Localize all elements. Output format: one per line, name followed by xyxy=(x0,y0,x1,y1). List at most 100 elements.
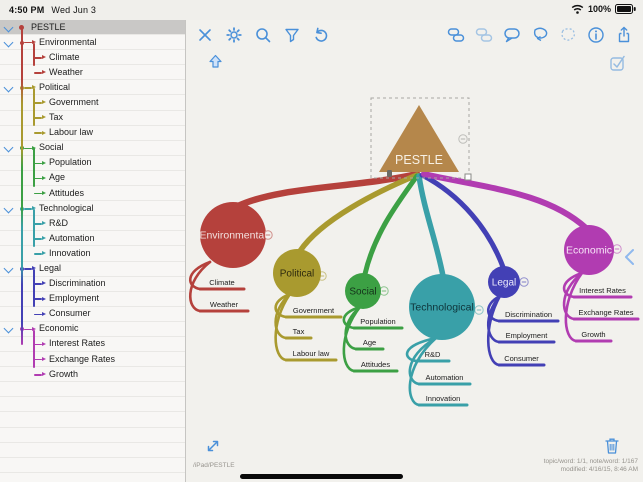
topic-shapes-alt-icon[interactable] xyxy=(475,26,493,44)
collapse-icon[interactable] xyxy=(613,245,621,253)
search-icon[interactable] xyxy=(254,26,272,44)
chevron-down-icon[interactable] xyxy=(4,22,14,32)
boundary-icon[interactable] xyxy=(559,26,577,44)
sidebar-row-environmental[interactable]: Environmental xyxy=(0,35,185,50)
map-subtopic-weather[interactable]: Weather xyxy=(210,300,239,309)
map-subtopic-discrimination[interactable]: Discrimination xyxy=(505,310,552,319)
connector xyxy=(34,298,42,300)
map-subtopic-climate[interactable]: Climate xyxy=(209,278,234,287)
connector xyxy=(24,268,32,270)
chevron-down-icon[interactable] xyxy=(4,264,14,274)
map-subtopic-tax[interactable]: Tax xyxy=(293,327,305,336)
sidebar-row-government[interactable]: Government xyxy=(0,95,185,110)
sidebar-row-exchange-rates[interactable]: Exchange Rates xyxy=(0,352,185,367)
callout-icon[interactable] xyxy=(503,26,521,44)
sidebar-row-employment[interactable]: Employment xyxy=(0,292,185,307)
task-checkbox-icon[interactable] xyxy=(609,54,627,72)
sidebar-row-r-d[interactable]: R&D xyxy=(0,216,185,231)
mind-map[interactable]: Climate Weather Government Tax Labour law Pop… xyxy=(186,20,643,482)
map-subtopic-exchange-rates[interactable]: Exchange Rates xyxy=(578,308,633,317)
connector xyxy=(34,344,42,346)
connector xyxy=(24,42,32,44)
map-node-label: Political xyxy=(280,269,314,280)
collapse-icon[interactable] xyxy=(520,278,528,286)
chevron-down-icon[interactable] xyxy=(4,324,14,334)
sidebar-row-discrimination[interactable]: Discrimination xyxy=(0,277,185,292)
map-subtopic-r-d[interactable]: R&D xyxy=(425,350,441,359)
map-subtopic-interest-rates[interactable]: Interest Rates xyxy=(579,286,626,295)
stats-line-1: topic/word: 1/1, note/word: 1/167 xyxy=(544,458,638,466)
map-subtopic-labour-law[interactable]: Labour law xyxy=(293,349,330,358)
sidebar-row-label: Technological xyxy=(39,203,94,213)
collapse-icon[interactable] xyxy=(475,306,483,314)
sidebar-row-economic[interactable]: Economic xyxy=(0,322,185,337)
sidebar-row-label: Tax xyxy=(49,112,63,122)
sidebar-row-political[interactable]: Political xyxy=(0,80,185,95)
sidebar-row-consumer[interactable]: Consumer xyxy=(0,307,185,322)
resize-handle[interactable] xyxy=(465,174,471,180)
document-stats: topic/word: 1/1, note/word: 1/167 modifi… xyxy=(544,458,638,474)
map-subtopic-innovation[interactable]: Innovation xyxy=(426,394,461,403)
map-subtopic-population[interactable]: Population xyxy=(360,317,395,326)
document-path: /iPad/PESTLE xyxy=(193,462,235,469)
connector-arrow xyxy=(42,342,46,346)
connector-arrow xyxy=(42,372,46,376)
filter-icon[interactable] xyxy=(283,26,301,44)
sidebar-row-attitudes[interactable]: Attitudes xyxy=(0,186,185,201)
sidebar-row-label: Age xyxy=(49,172,65,182)
topic-shapes-icon[interactable] xyxy=(447,26,465,44)
up-arrow-icon[interactable] xyxy=(207,53,224,70)
home-indicator[interactable] xyxy=(240,474,403,479)
outline-trunk xyxy=(21,28,23,345)
sidebar-row-weather[interactable]: Weather xyxy=(0,65,185,80)
sidebar-row-climate[interactable]: Climate xyxy=(0,50,185,65)
sidebar-row-growth[interactable]: Growth xyxy=(0,367,185,382)
share-icon[interactable] xyxy=(615,26,633,44)
sidebar-empty-row xyxy=(0,382,185,397)
sidebar-row-innovation[interactable]: Innovation xyxy=(0,246,185,261)
outline-subtrunk xyxy=(33,148,35,186)
undo-icon[interactable] xyxy=(312,26,330,44)
callout-link-icon[interactable] xyxy=(531,26,549,44)
chevron-down-icon[interactable] xyxy=(4,37,14,47)
chevron-down-icon[interactable] xyxy=(4,82,14,92)
map-subtopic-automation[interactable]: Automation xyxy=(426,373,464,382)
battery-percent: 100% xyxy=(588,4,611,14)
connector xyxy=(34,132,42,134)
sidebar-row-label: Environmental xyxy=(39,37,97,47)
drag-handle[interactable] xyxy=(387,170,392,177)
canvas[interactable]: Climate Weather Government Tax Labour law Pop… xyxy=(186,20,643,482)
expand-icon[interactable] xyxy=(204,437,222,455)
collapse-icon[interactable] xyxy=(380,287,388,295)
sidebar-row-age[interactable]: Age xyxy=(0,171,185,186)
sidebar-row-label: Social xyxy=(39,142,64,152)
sidebar-row-label: Consumer xyxy=(49,308,91,318)
map-subtopic-employment[interactable]: Employment xyxy=(506,331,549,340)
collapse-icon[interactable] xyxy=(459,135,467,143)
chevron-down-icon[interactable] xyxy=(4,143,14,153)
sidebar-row-tax[interactable]: Tax xyxy=(0,111,185,126)
connector-arrow xyxy=(42,191,46,195)
map-subtopic-consumer[interactable]: Consumer xyxy=(504,354,539,363)
trash-icon[interactable] xyxy=(603,436,621,455)
map-subtopic-growth[interactable]: Growth xyxy=(581,330,605,339)
connector-arrow xyxy=(42,176,46,180)
sidebar-row-pestle[interactable]: PESTLE xyxy=(0,20,185,35)
close-icon[interactable] xyxy=(196,26,214,44)
sidebar-row-technological[interactable]: Technological xyxy=(0,201,185,216)
info-icon[interactable] xyxy=(587,26,605,44)
sidebar-row-automation[interactable]: Automation xyxy=(0,231,185,246)
sidebar-row-interest-rates[interactable]: Interest Rates xyxy=(0,337,185,352)
chevron-down-icon[interactable] xyxy=(4,203,14,213)
connector xyxy=(34,314,42,316)
map-subtopic-attitudes[interactable]: Attitudes xyxy=(361,360,390,369)
map-subtopic-government[interactable]: Government xyxy=(293,306,335,315)
sidebar-row-social[interactable]: Social xyxy=(0,141,185,156)
sidebar-row-legal[interactable]: Legal xyxy=(0,262,185,277)
gear-icon[interactable] xyxy=(225,26,243,44)
sidebar-row-label: Innovation xyxy=(49,248,91,258)
map-subtopic-age[interactable]: Age xyxy=(363,338,376,347)
sidebar-row-population[interactable]: Population xyxy=(0,156,185,171)
panel-chevron-left-icon[interactable] xyxy=(623,248,635,266)
sidebar-row-labour-law[interactable]: Labour law xyxy=(0,126,185,141)
